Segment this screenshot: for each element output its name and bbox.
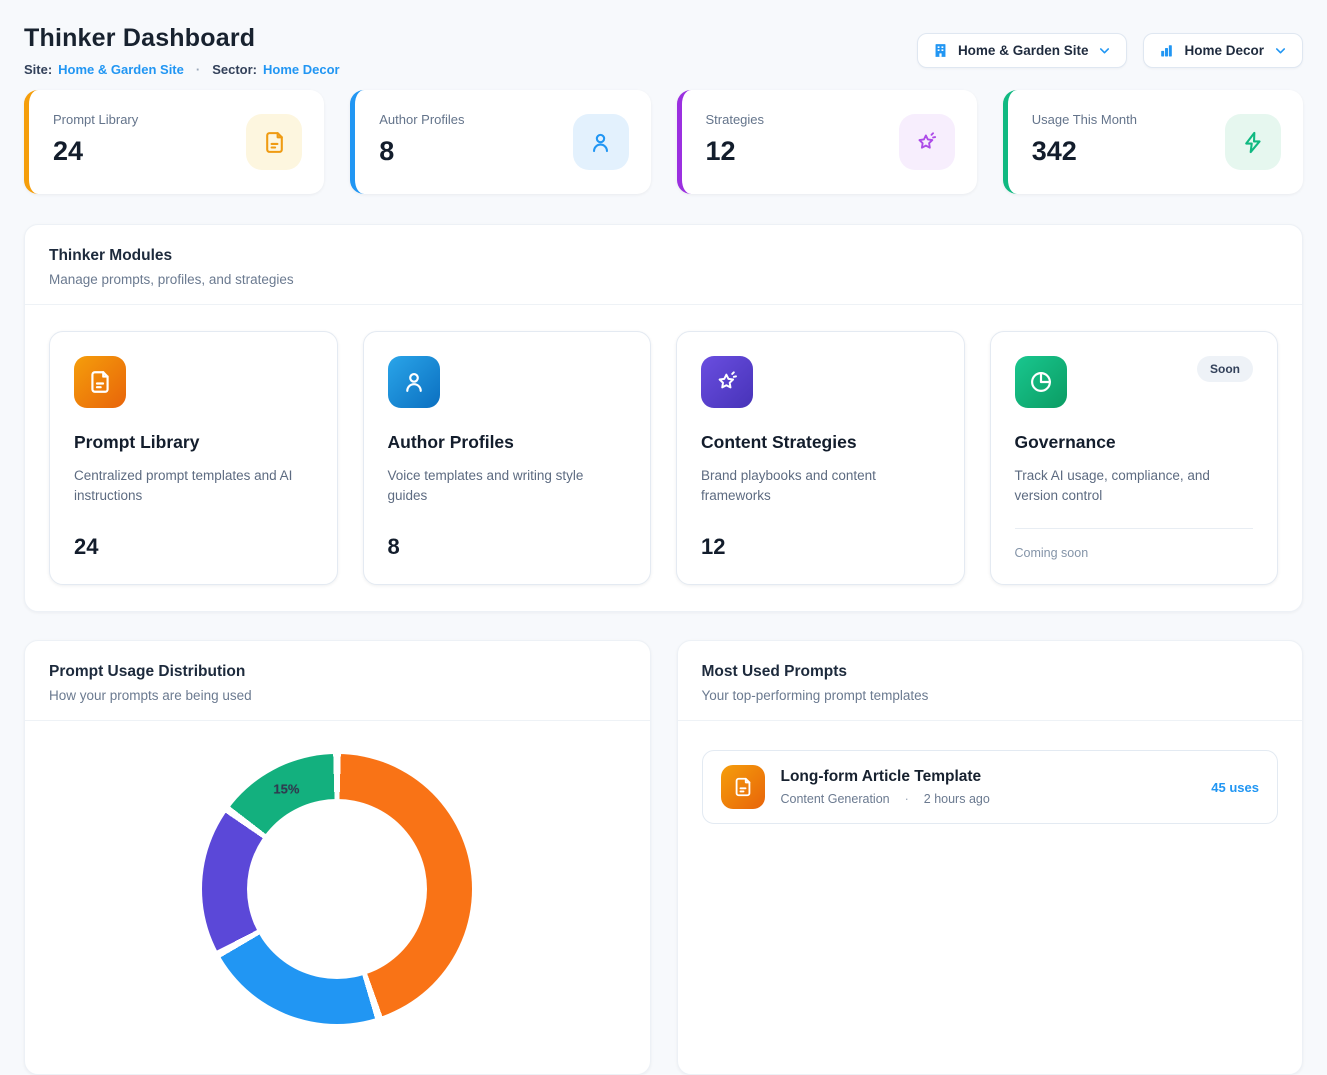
site-label: Site:	[24, 62, 52, 77]
prompt-time: 2 hours ago	[924, 792, 990, 806]
donut-chart-area: 15%	[25, 754, 650, 1074]
stat-card-usage: Usage This Month 342	[1003, 90, 1303, 194]
site-selector-dropdown[interactable]: Home & Garden Site	[917, 33, 1128, 68]
site-link[interactable]: Home & Garden Site	[58, 62, 184, 77]
prompt-info: Long-form Article Template Content Gener…	[781, 768, 1196, 806]
usage-card-header: Prompt Usage Distribution How your promp…	[25, 641, 650, 721]
module-description: Centralized prompt templates and AI inst…	[74, 466, 313, 506]
prompts-list: Long-form Article Template Content Gener…	[678, 721, 1303, 848]
module-count: 24	[74, 534, 313, 560]
stat-value: 12	[706, 136, 765, 167]
dashboard-page: Thinker Dashboard Site: Home & Garden Si…	[0, 0, 1327, 1075]
page-header: Thinker Dashboard Site: Home & Garden Si…	[24, 24, 1303, 77]
module-description: Voice templates and writing style guides	[388, 466, 627, 506]
soon-badge: Soon	[1197, 356, 1253, 382]
user-icon	[388, 356, 440, 408]
sector-link[interactable]: Home Decor	[263, 62, 340, 77]
most-used-prompts-card: Most Used Prompts Your top-performing pr…	[677, 640, 1304, 1075]
stat-card-strategies: Strategies 12	[677, 90, 977, 194]
donut-hole	[247, 799, 427, 979]
file-text-icon	[74, 356, 126, 408]
prompt-list-item[interactable]: Long-form Article Template Content Gener…	[702, 750, 1279, 824]
stat-label: Prompt Library	[53, 112, 138, 127]
star-sparkle-icon	[701, 356, 753, 408]
zap-icon	[1225, 114, 1281, 170]
coming-soon-text: Coming soon	[1015, 546, 1254, 560]
divider	[1015, 528, 1254, 529]
site-selector-label: Home & Garden Site	[958, 43, 1089, 58]
usage-card-subtitle: How your prompts are being used	[49, 688, 626, 703]
modules-panel-header: Thinker Modules Manage prompts, profiles…	[25, 225, 1302, 305]
stat-label: Usage This Month	[1032, 112, 1137, 127]
pie-chart-icon	[1015, 356, 1067, 408]
module-title: Prompt Library	[74, 432, 313, 453]
file-text-icon	[246, 114, 302, 170]
stat-value: 342	[1032, 136, 1137, 167]
stat-value: 8	[379, 136, 464, 167]
modules-panel-subtitle: Manage prompts, profiles, and strategies	[49, 272, 1278, 287]
stat-text: Prompt Library 24	[53, 112, 138, 167]
stats-row: Prompt Library 24 Author Profiles 8 Stra…	[24, 90, 1303, 194]
stat-text: Usage This Month 342	[1032, 112, 1137, 167]
header-selectors: Home & Garden Site Home Decor	[917, 33, 1303, 68]
meta-dot: ·	[905, 792, 909, 806]
bottom-row: Prompt Usage Distribution How your promp…	[24, 640, 1303, 1075]
stat-text: Author Profiles 8	[379, 112, 464, 167]
building-icon	[932, 42, 949, 59]
bar-chart-icon	[1158, 42, 1175, 59]
header-left: Thinker Dashboard Site: Home & Garden Si…	[24, 24, 340, 77]
module-count: 12	[701, 534, 940, 560]
stat-text: Strategies 12	[706, 112, 765, 167]
module-card-content-strategies[interactable]: Content Strategies Brand playbooks and c…	[676, 331, 965, 585]
donut-chart: 15%	[202, 754, 472, 1024]
prompts-card-header: Most Used Prompts Your top-performing pr…	[678, 641, 1303, 721]
usage-card-title: Prompt Usage Distribution	[49, 663, 626, 681]
user-icon	[573, 114, 629, 170]
modules-grid: Prompt Library Centralized prompt templa…	[25, 305, 1302, 611]
breadcrumb: Site: Home & Garden Site · Sector: Home …	[24, 62, 340, 77]
prompts-card-subtitle: Your top-performing prompt templates	[702, 688, 1279, 703]
module-card-author-profiles[interactable]: Author Profiles Voice templates and writ…	[363, 331, 652, 585]
breadcrumb-dot: ·	[196, 62, 200, 77]
stat-card-prompt-library: Prompt Library 24	[24, 90, 324, 194]
modules-panel-title: Thinker Modules	[49, 247, 1278, 265]
module-count: 8	[388, 534, 627, 560]
sector-label: Sector:	[212, 62, 257, 77]
prompt-title: Long-form Article Template	[781, 768, 1196, 786]
module-card-governance[interactable]: Soon Governance Track AI usage, complian…	[990, 331, 1279, 585]
stat-label: Strategies	[706, 112, 765, 127]
file-text-icon	[721, 765, 765, 809]
star-sparkle-icon	[899, 114, 955, 170]
stat-value: 24	[53, 136, 138, 167]
prompt-usage-card: Prompt Usage Distribution How your promp…	[24, 640, 651, 1075]
prompts-card-title: Most Used Prompts	[702, 663, 1279, 681]
prompt-meta: Content Generation · 2 hours ago	[781, 792, 1196, 806]
stat-label: Author Profiles	[379, 112, 464, 127]
page-title: Thinker Dashboard	[24, 24, 340, 53]
chevron-down-icon	[1273, 43, 1288, 58]
module-description: Track AI usage, compliance, and version …	[1015, 466, 1254, 506]
stat-card-author-profiles: Author Profiles 8	[350, 90, 650, 194]
donut-slice-label: 15%	[273, 782, 299, 797]
thinker-modules-panel: Thinker Modules Manage prompts, profiles…	[24, 224, 1303, 612]
module-card-prompt-library[interactable]: Prompt Library Centralized prompt templa…	[49, 331, 338, 585]
module-title: Governance	[1015, 432, 1254, 453]
prompt-category: Content Generation	[781, 792, 890, 806]
sector-selector-dropdown[interactable]: Home Decor	[1143, 33, 1303, 68]
module-title: Content Strategies	[701, 432, 940, 453]
module-footer: Coming soon	[1015, 528, 1254, 560]
module-description: Brand playbooks and content frameworks	[701, 466, 940, 506]
prompt-uses-badge: 45 uses	[1211, 780, 1259, 795]
sector-selector-label: Home Decor	[1184, 43, 1264, 58]
module-title: Author Profiles	[388, 432, 627, 453]
chevron-down-icon	[1097, 43, 1112, 58]
